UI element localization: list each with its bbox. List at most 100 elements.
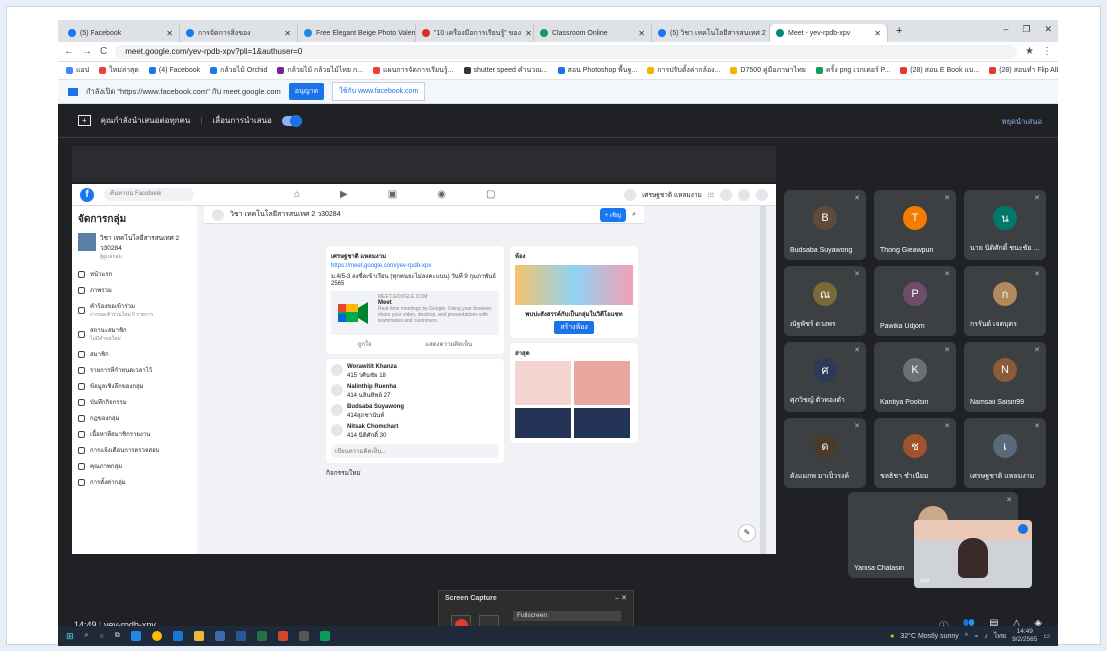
profile-name[interactable]: เศรษฐชาติ แหลมงาม [642,190,702,200]
cortana-icon[interactable]: ○ [99,633,103,640]
group-menu-item[interactable]: ภาพรวม [78,285,191,295]
browser-tab[interactable]: Meet - yev-rpdb-xpv ✕ [770,24,888,42]
profile-avatar[interactable] [624,188,637,201]
new-tab-icon[interactable]: + [888,25,910,37]
bookmark-item[interactable]: (28) สอนทำ Flip Alb... [989,65,1058,76]
app-icon[interactable] [319,631,330,641]
bookmark-item[interactable]: ใหม่ล่าสุด [99,65,139,76]
commenter-avatar[interactable] [331,384,343,396]
edge-icon[interactable] [130,631,141,641]
language-indicator[interactable]: ไทย [994,631,1006,642]
bookmark-item[interactable]: shutter speed คำนวณ... [463,65,548,76]
group-selector[interactable]: วิชา เทคโนโลยีสารสนเทศ 2 ว30284 ผู้ดูแลกล… [78,233,191,261]
app-icon[interactable] [298,631,309,641]
participant-tile[interactable]: ✕ K Kantiya Poolsiri [874,342,956,412]
post-author[interactable]: เศรษฐชาติ แหลมงาม [331,251,499,261]
like-button[interactable]: ถูกใจ [358,339,372,349]
url-field[interactable]: meet.google.com/yev-rpdb-xpv?pli=1&authu… [115,44,1018,59]
facebook-scrollbar[interactable] [760,206,766,554]
menu-icon[interactable]: ⋮ [1042,46,1052,57]
tab-close-icon[interactable]: ✕ [525,29,532,38]
volume-icon[interactable]: ♪ [984,633,988,640]
excel-icon[interactable] [256,631,267,641]
browser-tab[interactable]: (5) Facebook ✕ [62,24,180,42]
maximize-icon[interactable]: ❐ [1022,24,1030,35]
participant-tile[interactable]: ✕ กกรรันต์ เจตบุตร [964,266,1046,336]
network-icon[interactable]: ⌁ [974,632,978,640]
powerpoint-icon[interactable] [277,631,288,641]
clock[interactable]: 14:49 9/2/2565 [1012,628,1037,644]
bookmark-item[interactable]: (28) สอน E Book แบ... [900,65,979,76]
tab-close-icon[interactable]: ✕ [874,29,881,38]
group-menu-item[interactable]: กฎของกลุ่ม [78,413,191,423]
group-header-name[interactable]: วิชา เทคโนโลยีสารสนเทศ 2 ว30284 [230,209,341,220]
bookmark-item[interactable]: D7500 คู่มือภาษาไทย [730,65,806,76]
browser-tab[interactable]: Free Elegant Beige Photo Valen✕ [298,24,416,42]
group-menu-item[interactable]: สมาชิก [78,349,191,359]
create-room-button[interactable]: สร้างห้อง [554,321,594,334]
gaming-icon[interactable]: ▢ [486,189,495,200]
tab-close-icon[interactable]: ✕ [638,29,645,38]
present-toggle[interactable] [281,114,302,127]
participant-tile[interactable]: ✕ B Budsaba Suyawong [784,190,866,260]
group-menu-item[interactable]: คำร้องขอเข้าร่วม การขอเข้าร่วมใหม่ 0 รายก… [78,301,191,319]
participant-tile[interactable]: ✕ นนาย นิติศักดิ์ ชนะชัย ... [964,190,1046,260]
bookmark-item[interactable]: แผนการจัดการเรียนรู้... [372,65,454,76]
back-icon[interactable]: ← [64,46,74,57]
bookmark-item[interactable]: ครั้ง png เวกเตอร์ P... [815,65,890,76]
browser-tab[interactable]: (5) วิชา เทคโนโลยีสารสนเทศ 2✕ [652,24,770,42]
search-icon[interactable]: ⌕ [85,632,89,640]
post-link[interactable]: https://meet.google.com/yev-rpdb-xpv [331,263,499,269]
groups-icon[interactable]: ◉ [437,189,446,200]
bookmark-item[interactable]: กล้วยไม้ Orchid [210,65,267,76]
video-icon[interactable]: ▶ [340,189,348,200]
group-menu-item[interactable]: บันทึกกิจกรรม [78,397,191,407]
switch-present-text[interactable]: เลื่อนการนำเสนอ [212,114,271,127]
account-icon[interactable] [756,188,768,201]
extensions-icon[interactable]: ★ [1025,46,1034,57]
commenter-avatar[interactable] [331,404,343,416]
recent-activity-label[interactable]: กิจกรรมใหม่ [326,468,504,478]
commenter-avatar[interactable] [331,364,343,376]
group-menu-item[interactable]: สถานะสมาชิก ไม่มีคำขอใหม่ [78,325,191,343]
group-menu-item[interactable]: เนื้อหาที่สมาชิกรายงาน [78,429,191,439]
participant-tile[interactable]: ✕ T Thong Gieawpun [874,190,956,260]
comment-button[interactable]: แสดงความคิดเห็น [425,339,472,349]
marketplace-icon[interactable]: ▣ [388,189,397,200]
group-menu-item[interactable]: รายการที่กำหนดเวลาไว้ [78,365,191,375]
browser-tab[interactable]: Classroom Online ✕ [534,24,652,42]
file-thumb[interactable] [515,361,571,405]
participant-tile[interactable]: ✕ N Namsaii Saisiri99 [964,342,1046,412]
close-icon[interactable]: ✕ [1044,24,1052,35]
menu-grid-icon[interactable]: ⁝⁝⁝ [708,191,714,199]
group-menu-item[interactable]: การแจ้งเตือนการตรวจสอบ [78,445,191,455]
folder-icon[interactable] [193,631,204,641]
participant-tile[interactable]: ✕ ดดังแมกพ มาเป็วรงค์ [784,418,866,488]
tab-close-icon[interactable]: ✕ [166,29,173,38]
new-message-icon[interactable]: ✎ [738,524,756,542]
participant-tile[interactable]: ✕ เเศรษฐชาติ แหลมงาม [964,418,1046,488]
group-menu-item[interactable]: ข้อมูลเชิงลึกของกลุ่ม [78,381,191,391]
self-view-tile[interactable]: คุณ [914,520,1032,588]
capture-window-controls[interactable]: – ✕ [615,594,627,602]
bookmark-item[interactable]: สอน Photoshop พื้นฐ... [557,65,637,76]
handler-deny-button[interactable]: ใช้กับ www.facebook.com [332,82,426,101]
bookmark-item[interactable]: การปรับตั้งค่ากล้อง... [647,65,720,76]
tray-arrow-icon[interactable]: ^ [965,633,968,640]
minimize-icon[interactable]: – [1003,24,1008,35]
commenter-avatar[interactable] [331,424,343,436]
home-icon[interactable]: ⌂ [294,189,300,200]
file-thumb[interactable] [574,361,630,405]
bookmark-item[interactable]: แอป [66,65,89,76]
facebook-logo[interactable]: f [80,187,94,202]
task-view-icon[interactable]: ⧉ [115,632,120,640]
facebook-search-input[interactable]: ค้นหาบน Facebook [104,188,194,201]
notifications-icon[interactable]: ▭ [1043,632,1050,640]
ie-icon[interactable] [172,631,183,641]
forward-icon[interactable]: → [82,46,92,57]
file-thumb[interactable] [515,408,571,438]
chrome-icon[interactable] [151,631,162,641]
browser-tab[interactable]: "10 เครื่องมือการเรียนรู้" ของ ✕ [416,24,534,42]
group-menu-item[interactable]: คุณภาพกลุ่ม [78,461,191,471]
group-menu-item[interactable]: หน้าแรก [78,269,191,279]
